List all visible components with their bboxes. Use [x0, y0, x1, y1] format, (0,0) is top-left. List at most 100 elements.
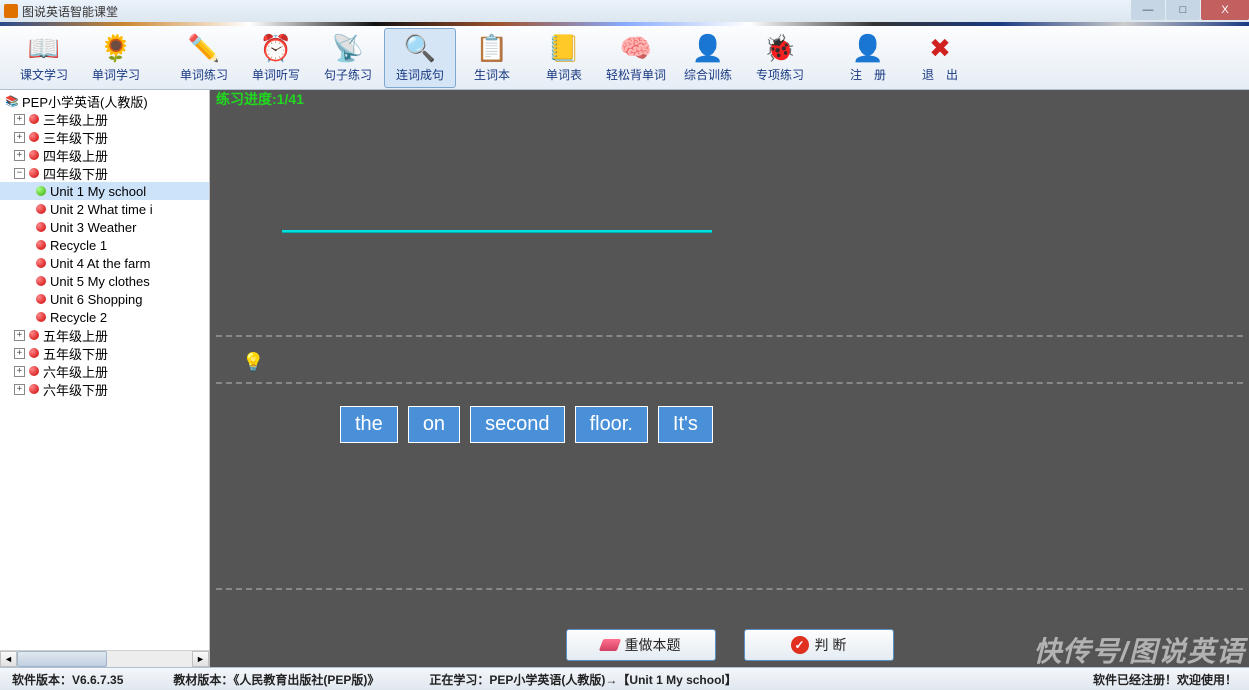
exercise-panel: 练习进度:1/41 💡 theon second floor. It's 重做本题 ✓… [210, 90, 1249, 667]
tree-unit-3-1[interactable]: Unit 2 What time i [0, 200, 209, 218]
scroll-thumb[interactable] [17, 651, 107, 667]
tree-book-7[interactable]: + 六年级下册 [0, 380, 209, 398]
tree-book-5[interactable]: + 五年级下册 [0, 344, 209, 362]
toolbar-word-dictation[interactable]: ⏰单词听写 [240, 28, 312, 88]
book-label: 六年级下册 [43, 380, 108, 399]
tree-book-0[interactable]: +三年级上册 [0, 110, 209, 128]
tree-unit-3-6[interactable]: Unit 6 Shopping [0, 290, 209, 308]
redo-button[interactable]: 重做本题 [566, 629, 716, 661]
toggle-icon[interactable]: + [14, 384, 25, 395]
tree-unit-3-7[interactable]: Recycle 2 [0, 308, 209, 326]
tree-root[interactable]: 📚PEP小学英语(人教版) [0, 92, 209, 110]
tree-book-3[interactable]: − 四年级下册 [0, 164, 209, 182]
course-tree: 📚PEP小学英语(人教版)+三年级上册+三年级下册+四年级上册−四年级下册Uni… [0, 90, 209, 400]
unit-label: Recycle 2 [50, 310, 107, 325]
book-label: 三年级下册 [43, 128, 108, 147]
toolbar-word-practice[interactable]: ✏️单词练习 [168, 28, 240, 88]
divider-dash-1 [216, 335, 1243, 337]
word-practice-icon: ✏️ [188, 33, 220, 65]
toolbar-register[interactable]: 👤注 册 [832, 28, 904, 88]
tree-unit-3-0[interactable]: Unit 1 My school [0, 182, 209, 200]
unit-dot-icon [36, 186, 46, 196]
tree-book-1[interactable]: + 三年级下册 [0, 128, 209, 146]
close-button[interactable]: X [1201, 0, 1249, 20]
tree-unit-3-3[interactable]: Recycle 1 [0, 236, 209, 254]
tree-unit-3-2[interactable]: Unit 3 Weather [0, 218, 209, 236]
tree-root-label: PEP小学英语(人教版) [22, 92, 148, 111]
toolbar-text-study[interactable]: 📖课文学习 [8, 28, 80, 88]
book-label: 四年级上册 [43, 146, 108, 165]
word-to-sentence-label: 连词成句 [396, 66, 444, 83]
unit-dot-icon [36, 240, 46, 250]
toolbar-sentence-practice[interactable]: 📡句子练习 [312, 28, 384, 88]
window-controls: — □ X [1130, 0, 1249, 20]
new-words-icon: 📋 [476, 33, 508, 65]
toggle-icon[interactable]: + [14, 330, 25, 341]
text-study-label: 课文学习 [20, 66, 68, 83]
word-practice-label: 单词练习 [180, 66, 228, 83]
course-tree-sidebar: 📚PEP小学英语(人教版)+三年级上册+三年级下册+四年级上册−四年级下册Uni… [0, 90, 210, 667]
book-label: 五年级下册 [43, 344, 108, 363]
toolbar-comprehensive[interactable]: 👤综合训练 [672, 28, 744, 88]
minimize-button[interactable]: — [1131, 0, 1165, 20]
status-version: 软件版本：V6.6.7.35 [12, 671, 123, 688]
judge-label: 判 断 [815, 635, 847, 655]
word-tile-1[interactable]: on [408, 406, 460, 443]
maximize-button[interactable]: □ [1166, 0, 1200, 20]
toggle-icon[interactable]: + [14, 114, 25, 125]
book-label: 六年级上册 [43, 362, 108, 381]
toolbar-special[interactable]: 🐞专项练习 [744, 28, 816, 88]
scroll-track[interactable] [17, 651, 192, 667]
scroll-right-arrow[interactable]: ► [192, 651, 209, 667]
toolbar-new-words[interactable]: 📋生词本 [456, 28, 528, 88]
word-tile-2[interactable]: second [470, 406, 565, 443]
toolbar-easy-recite[interactable]: 🧠轻松背单词 [600, 28, 672, 88]
tree-hscrollbar[interactable]: ◄ ► [0, 650, 209, 667]
unit-label: Unit 6 Shopping [50, 292, 143, 307]
progress-bar: 练习进度:1/41 [210, 90, 1249, 108]
book-dot-icon [29, 114, 39, 124]
word-tile-0[interactable]: the [340, 406, 398, 443]
special-icon: 🐞 [764, 33, 796, 65]
toggle-icon[interactable]: + [14, 348, 25, 359]
tree-unit-3-4[interactable]: Unit 4 At the farm [0, 254, 209, 272]
toolbar-word-list[interactable]: 📒单词表 [528, 28, 600, 88]
book-label: 四年级下册 [43, 164, 108, 183]
title-bar: 图说英语智能课堂 — □ X [0, 0, 1249, 22]
exit-icon: ✖ [924, 33, 956, 65]
main-area: 📚PEP小学英语(人教版)+三年级上册+三年级下册+四年级上册−四年级下册Uni… [0, 90, 1249, 667]
status-register: 软件已经注册！欢迎使用！ [1093, 671, 1237, 688]
scroll-left-arrow[interactable]: ◄ [0, 651, 17, 667]
toolbar-exit[interactable]: ✖退 出 [904, 28, 976, 88]
unit-label: Recycle 1 [50, 238, 107, 253]
word-dictation-label: 单词听写 [252, 66, 300, 83]
toolbar-word-to-sentence[interactable]: 🔍连词成句 [384, 28, 456, 88]
word-tile-4[interactable]: It's [658, 406, 713, 443]
hint-bulb-icon[interactable]: 💡 [242, 352, 264, 373]
new-words-label: 生词本 [474, 66, 510, 83]
tree-unit-3-5[interactable]: Unit 5 My clothes [0, 272, 209, 290]
toggle-icon[interactable]: − [14, 168, 25, 179]
toggle-icon[interactable]: + [14, 366, 25, 377]
judge-button[interactable]: ✓ 判 断 [744, 629, 894, 661]
book-dot-icon [29, 384, 39, 394]
eraser-icon [598, 639, 620, 651]
word-tile-3[interactable]: floor. [575, 406, 648, 443]
book-icon: 📚 [5, 94, 19, 108]
tree-book-4[interactable]: +五年级上册 [0, 326, 209, 344]
sentence-practice-label: 句子练习 [324, 66, 372, 83]
register-label: 注 册 [850, 66, 886, 83]
book-dot-icon [29, 132, 39, 142]
tree-book-6[interactable]: + 六年级上册 [0, 362, 209, 380]
easy-recite-icon: 🧠 [620, 33, 652, 65]
status-textbook: 教材版本：《人民教育出版社(PEP版)》 [173, 671, 379, 688]
unit-label: Unit 4 At the farm [50, 256, 150, 271]
unit-label: Unit 3 Weather [50, 220, 136, 235]
toolbar-word-study[interactable]: 🌻单词学习 [80, 28, 152, 88]
toggle-icon[interactable]: + [14, 132, 25, 143]
exit-label: 退 出 [922, 66, 958, 83]
toggle-icon[interactable]: + [14, 150, 25, 161]
word-tiles-row: theon second floor. It's [340, 406, 713, 443]
tree-book-2[interactable]: + 四年级上册 [0, 146, 209, 164]
word-study-icon: 🌻 [100, 33, 132, 65]
